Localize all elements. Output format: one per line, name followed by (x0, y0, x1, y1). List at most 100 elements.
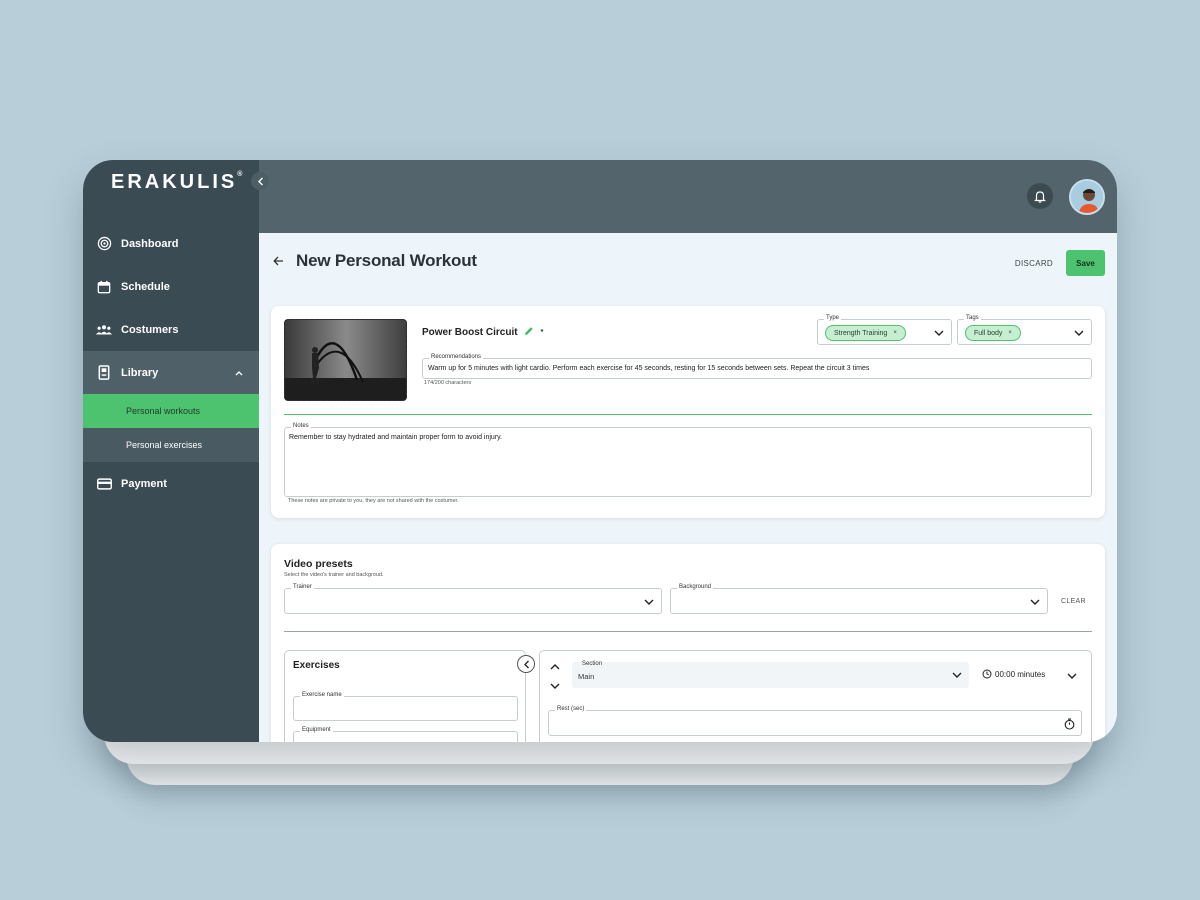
timer-icon (1064, 717, 1075, 735)
notes-field[interactable]: Notes Remember to stay hydrated and main… (284, 423, 1092, 497)
type-select[interactable]: Type Strength Training × (817, 315, 952, 345)
section-panel: Section Main 00:00 minutes Rest (sec) (539, 650, 1092, 742)
tags-label: Tags (964, 315, 981, 321)
workout-image (285, 320, 406, 400)
sidebar-item-dashboard[interactable]: Dashboard (83, 222, 259, 265)
workout-thumbnail[interactable] (284, 319, 407, 401)
background-label: Background (677, 584, 714, 590)
group-icon (96, 322, 112, 338)
discard-button[interactable]: DISCARD (1015, 259, 1053, 268)
logo-text: ERAKULIS (111, 171, 238, 193)
sidebar-item-label: Schedule (121, 280, 170, 293)
rest-field[interactable]: Rest (sec) (548, 706, 1082, 736)
recommendations-field[interactable]: Recommendations Warm up for 5 minutes wi… (422, 354, 1092, 379)
section-divider (284, 631, 1092, 632)
video-presets-subtitle: Select the video's trainer and backgroud… (284, 572, 384, 578)
tags-select[interactable]: Tags Full body × (957, 315, 1092, 345)
background-select[interactable]: Background (670, 584, 1048, 614)
chevron-up-icon (235, 368, 243, 378)
type-chip: Strength Training × (825, 325, 906, 341)
close-icon[interactable]: × (893, 330, 897, 336)
page-title: New Personal Workout (296, 251, 477, 270)
sidebar-subitem-personal-exercises[interactable]: Personal exercises (83, 428, 259, 462)
notifications-button[interactable] (1027, 183, 1053, 209)
clock-icon (982, 669, 992, 679)
main-content: New Personal Workout DISCARD Save Power … (259, 233, 1117, 742)
page-header: New Personal Workout (273, 251, 477, 271)
user-avatar[interactable] (1069, 179, 1105, 215)
exercise-name-label: Exercise name (300, 692, 344, 698)
credit-card-icon (96, 476, 112, 492)
type-chip-label: Strength Training (834, 329, 888, 337)
chevron-down-icon (550, 683, 560, 689)
sidebar-item-payment[interactable]: Payment (83, 462, 259, 505)
notes-hint: These notes are private to you, they are… (288, 498, 459, 504)
top-bar (259, 160, 1117, 233)
app-window: ERAKULIS® Dashboard Schedule Costumers L… (83, 160, 1117, 742)
chevron-down-icon (1029, 595, 1041, 613)
pencil-icon[interactable] (524, 326, 534, 339)
target-icon (96, 236, 112, 252)
section-expand-button[interactable] (1066, 669, 1078, 687)
sidebar-item-label: Costumers (121, 323, 179, 336)
clear-button[interactable]: CLEAR (1061, 598, 1086, 605)
recommendations-text: Warm up for 5 minutes with light cardio.… (428, 365, 870, 372)
chevron-left-icon (257, 177, 263, 185)
trainer-label: Trainer (291, 584, 314, 590)
video-presets-title: Video presets (284, 558, 353, 570)
sidebar-item-schedule[interactable]: Schedule (83, 265, 259, 308)
chevron-down-icon (643, 595, 655, 613)
notes-text: Remember to stay hydrated and maintain p… (289, 434, 503, 441)
sidebar-item-label: Payment (121, 477, 167, 490)
logo: ERAKULIS® (111, 171, 242, 194)
move-down-button[interactable] (549, 678, 561, 696)
sidebar-nav: Dashboard Schedule Costumers Library Per… (83, 222, 259, 505)
sidebar-subitem-personal-workouts[interactable]: Personal workouts (83, 394, 259, 428)
exercises-title: Exercises (293, 660, 340, 671)
user-photo (1071, 181, 1103, 213)
sidebar-item-costumers[interactable]: Costumers (83, 308, 259, 351)
notes-label: Notes (291, 423, 311, 429)
sidebar-subitem-label: Personal workouts (126, 406, 201, 416)
tags-chip: Full body × (965, 325, 1021, 341)
section-value: Main (578, 672, 595, 681)
sidebar-subitem-label: Personal exercises (126, 440, 203, 450)
section-duration: 00:00 minutes (982, 669, 1045, 679)
video-presets-card: Video presets Select the video's trainer… (271, 544, 1105, 742)
workout-details-card: Power Boost Circuit * Type Strength Trai… (271, 306, 1105, 518)
chevron-up-icon (550, 664, 560, 670)
exercises-collapse-button[interactable] (517, 655, 535, 673)
sidebar-collapse-button[interactable] (251, 172, 269, 190)
workout-name-text: Power Boost Circuit (422, 327, 518, 338)
required-mark: * (540, 329, 544, 336)
type-label: Type (824, 315, 842, 321)
section-divider (284, 414, 1092, 415)
close-icon[interactable]: × (1008, 330, 1012, 336)
section-select[interactable]: Section Main (572, 661, 969, 688)
chevron-left-icon (523, 660, 529, 668)
tags-chip-label: Full body (974, 329, 1003, 337)
bell-icon (1034, 190, 1046, 203)
character-count: 174/200 characters (424, 380, 472, 386)
recommendations-label: Recommendations (429, 354, 484, 360)
back-arrow-icon[interactable] (273, 254, 284, 269)
chevron-down-icon (1073, 326, 1085, 344)
rest-label: Rest (sec) (555, 706, 587, 712)
book-icon (96, 365, 112, 381)
chevron-down-icon (933, 326, 945, 344)
section-duration-text: 00:00 minutes (995, 669, 1046, 679)
sidebar: ERAKULIS® Dashboard Schedule Costumers L… (83, 160, 259, 742)
save-button[interactable]: Save (1066, 250, 1105, 276)
equipment-select[interactable]: Equipment (293, 727, 518, 742)
calendar-icon (96, 279, 112, 295)
equipment-label: Equipment (300, 727, 333, 733)
sidebar-item-label: Dashboard (121, 237, 179, 250)
move-up-button[interactable] (549, 659, 561, 677)
exercises-panel: Exercises Exercise name Equipment (284, 650, 526, 742)
trainer-select[interactable]: Trainer (284, 584, 662, 614)
chevron-down-icon (951, 668, 963, 686)
exercise-name-field[interactable]: Exercise name (293, 692, 518, 721)
sidebar-item-label: Library (121, 366, 159, 379)
logo-registered-mark: ® (237, 171, 243, 178)
sidebar-item-library[interactable]: Library (83, 351, 259, 394)
